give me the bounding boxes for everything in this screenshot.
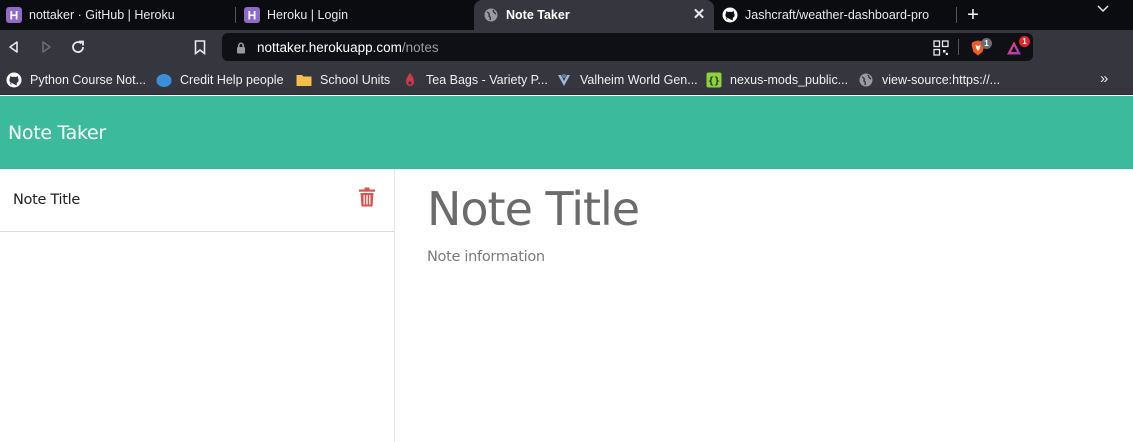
valheim-icon	[556, 72, 572, 88]
browser-toolbar: nottaker.herokuapp.com/notes 1 1	[0, 30, 1133, 64]
note-title-input[interactable]	[427, 179, 1107, 239]
tea-icon	[402, 72, 418, 88]
globe-icon	[483, 7, 499, 23]
folder-icon	[296, 72, 312, 88]
close-tab-icon[interactable]: ✕	[692, 7, 706, 22]
github-icon	[722, 7, 738, 23]
bookmark-page-button[interactable]	[190, 37, 210, 57]
tab-title: Heroku | Login	[267, 8, 349, 22]
toolbar-divider	[958, 39, 959, 55]
browser-tab-note-taker[interactable]: Note Taker ✕	[474, 0, 714, 30]
bookmark-icon	[194, 39, 206, 55]
svg-text:{}: {}	[708, 76, 720, 87]
tab-title: nottaker · GitHub | Heroku	[29, 8, 175, 22]
bookmark-school-units[interactable]: School Units	[296, 71, 390, 88]
tab-separator	[235, 7, 236, 23]
brave-rewards-badge: 1	[1019, 36, 1030, 47]
note-text-input[interactable]	[427, 249, 1107, 419]
brave-shields-badge: 1	[981, 38, 992, 49]
browser-tab-nottaker-github[interactable]: H nottaker · GitHub | Heroku	[0, 0, 232, 30]
app-navbar: Note Taker	[0, 96, 1133, 169]
heroku-icon: H	[244, 7, 260, 23]
blue-blob-icon	[156, 72, 172, 88]
qr-code-icon[interactable]	[933, 40, 949, 56]
bookmark-label: nexus-mods_public...	[730, 72, 849, 87]
url-text: nottaker.herokuapp.com/notes	[257, 40, 439, 55]
note-editor	[395, 169, 1133, 442]
heroku-icon: H	[6, 7, 22, 23]
bookmark-label: Valheim World Gen...	[580, 72, 698, 87]
bookmark-valheim[interactable]: Valheim World Gen...	[556, 71, 698, 88]
url-path: /notes	[401, 40, 439, 55]
notes-list: Note Title	[0, 169, 395, 442]
browser-tab-heroku-login[interactable]: H Heroku | Login	[238, 0, 473, 30]
tab-title: Note Taker	[506, 8, 570, 22]
browser-tab-weather-dashboard[interactable]: Jashcraft/weather-dashboard-pro	[716, 0, 956, 30]
bookmark-label: view-source:https://...	[882, 72, 1001, 87]
bookmark-tea-bags[interactable]: Tea Bags - Variety P...	[402, 71, 548, 88]
bookmark-python-course[interactable]: Python Course Not...	[6, 71, 146, 88]
svg-text:H: H	[10, 9, 19, 23]
bookmark-label: Credit Help people	[180, 72, 284, 87]
tab-separator	[956, 7, 957, 23]
reload-icon	[72, 40, 84, 53]
nexus-icon: {}	[706, 72, 722, 88]
github-icon	[6, 72, 22, 88]
bookmark-label: Tea Bags - Variety P...	[426, 72, 548, 87]
bookmarks-overflow-button[interactable]: »	[1100, 70, 1108, 87]
svg-text:H: H	[248, 9, 257, 23]
bookmarks-bar: Python Course Not... Credit Help people …	[0, 64, 1133, 95]
lock-icon	[236, 41, 246, 54]
back-arrow-icon	[9, 41, 18, 53]
tab-title: Jashcraft/weather-dashboard-pro	[745, 8, 930, 22]
trash-icon[interactable]	[358, 187, 376, 207]
list-item[interactable]: Note Title	[0, 169, 394, 232]
bookmark-label: School Units	[320, 72, 391, 87]
forward-button[interactable]	[36, 37, 56, 57]
bookmark-label: Python Course Not...	[30, 72, 147, 87]
bookmark-credit-help[interactable]: Credit Help people	[156, 71, 284, 88]
url-host: nottaker.herokuapp.com	[257, 40, 402, 55]
browser-tab-bar: H nottaker · GitHub | Heroku H Heroku | …	[0, 0, 1133, 30]
back-button[interactable]	[4, 37, 24, 57]
address-bar[interactable]: nottaker.herokuapp.com/notes 1 1	[222, 33, 1033, 61]
app-title[interactable]: Note Taker	[8, 122, 106, 144]
bookmark-view-source[interactable]: view-source:https://...	[858, 71, 1000, 88]
forward-arrow-icon	[42, 41, 51, 53]
tab-search-chevron-icon[interactable]	[1096, 2, 1110, 16]
globe-icon	[858, 72, 874, 88]
new-tab-button[interactable]: +	[962, 4, 984, 26]
bookmark-nexus-mods[interactable]: {} nexus-mods_public...	[706, 71, 848, 88]
note-item-title[interactable]: Note Title	[13, 192, 80, 208]
reload-button[interactable]	[68, 37, 88, 57]
